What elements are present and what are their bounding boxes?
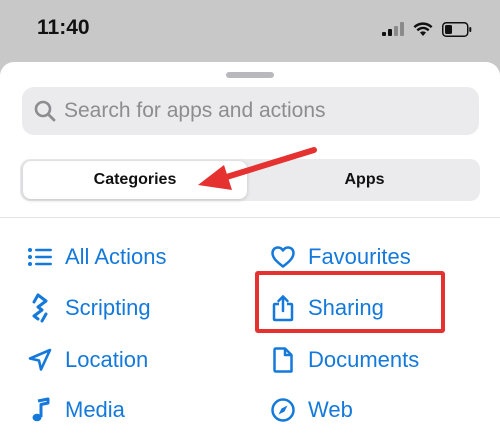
- sheet-grabber[interactable]: [226, 72, 274, 78]
- wifi-icon: [413, 21, 433, 36]
- category-location[interactable]: Location: [25, 343, 148, 377]
- search-icon: [34, 100, 56, 122]
- category-scripting[interactable]: Scripting: [25, 291, 151, 325]
- category-label: Documents: [308, 347, 420, 372]
- category-all-actions[interactable]: All Actions: [25, 240, 167, 274]
- heart-icon: [268, 242, 298, 272]
- status-icons: [382, 19, 472, 39]
- category-web[interactable]: Web: [268, 393, 353, 427]
- scripting-icon: [25, 293, 55, 323]
- action-picker-sheet: Categories Apps All Actions Scripting: [0, 62, 500, 447]
- compass-icon: [268, 395, 298, 425]
- document-icon: [268, 345, 298, 375]
- search-input[interactable]: [64, 87, 464, 135]
- category-media[interactable]: Media: [25, 393, 125, 427]
- category-favourites[interactable]: Favourites: [268, 240, 411, 274]
- location-arrow-icon: [25, 345, 55, 375]
- list-icon: [25, 242, 55, 272]
- category-label: Scripting: [65, 295, 151, 320]
- music-note-icon: [25, 395, 55, 425]
- category-label: Location: [65, 347, 149, 372]
- category-documents[interactable]: Documents: [268, 343, 419, 377]
- documents-highlight-box: [255, 271, 445, 333]
- category-label: Favourites: [308, 244, 411, 269]
- category-label: Web: [308, 397, 353, 422]
- cellular-signal-icon: [382, 22, 404, 36]
- search-bar[interactable]: [22, 87, 479, 135]
- category-label: All Actions: [65, 244, 167, 269]
- annotation-arrow-icon: [198, 147, 317, 190]
- battery-icon: [442, 21, 472, 37]
- divider: [0, 217, 500, 218]
- status-bar: 11:40: [0, 0, 500, 62]
- category-label: Media: [65, 397, 125, 422]
- status-time: 11:40: [37, 16, 90, 39]
